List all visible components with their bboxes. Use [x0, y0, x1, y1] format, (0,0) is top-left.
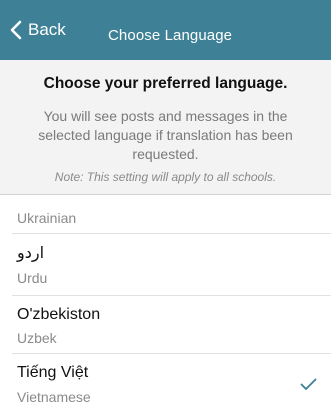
nav-bar: Back Choose Language — [0, 0, 331, 60]
back-button[interactable]: Back — [10, 18, 66, 42]
language-native-name: Tiếng Việt — [17, 364, 89, 381]
language-native-name: اردو — [17, 245, 45, 262]
language-item-uzbek[interactable]: O'zbekiston Uzbek — [0, 296, 331, 354]
intro-panel: Choose your preferred language. You will… — [0, 60, 331, 195]
intro-heading: Choose your preferred language. — [43, 75, 288, 92]
chevron-left-icon — [10, 20, 22, 40]
language-native-name: O'zbekiston — [17, 306, 101, 323]
language-item-urdu[interactable]: اردو Urdu — [0, 234, 331, 296]
language-english-name: Ukrainian — [17, 210, 77, 226]
checkmark-icon — [300, 378, 317, 390]
language-english-name: Urdu — [17, 270, 48, 286]
language-english-name: Uzbek — [17, 330, 57, 346]
intro-description: You will see posts and messages in the s… — [38, 108, 293, 162]
back-label: Back — [28, 20, 66, 39]
language-english-name: Vietnamese — [17, 389, 91, 405]
page-title: Choose Language — [108, 27, 233, 44]
language-item-ukrainian[interactable]: Ukrainian — [0, 195, 331, 234]
language-item-vietnamese[interactable]: Tiếng Việt Vietnamese — [0, 354, 331, 411]
intro-note: Note: This setting will apply to all sch… — [54, 170, 277, 184]
